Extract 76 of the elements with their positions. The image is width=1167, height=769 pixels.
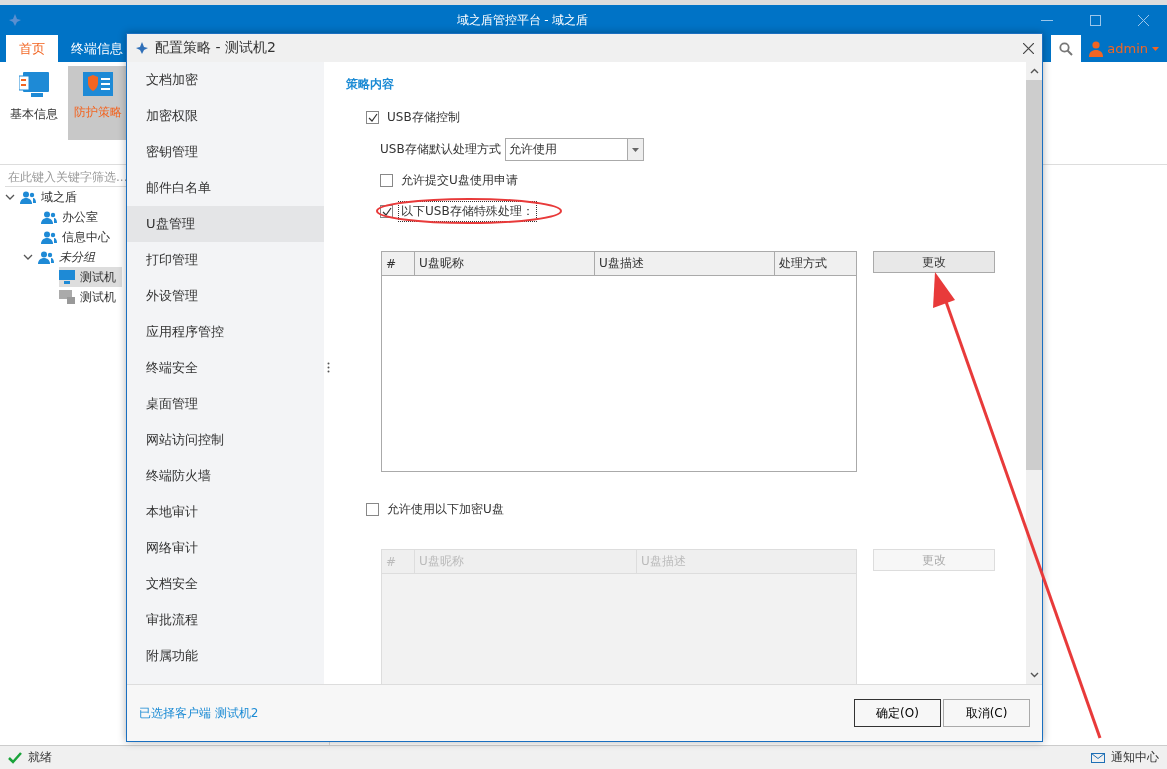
tree-item[interactable]: 信息中心 bbox=[41, 227, 116, 247]
nav-item[interactable]: 外设管理 bbox=[127, 278, 324, 314]
section-title: 策略内容 bbox=[346, 76, 395, 93]
monitor-icon bbox=[19, 72, 49, 98]
nav-item[interactable]: 网络审计 bbox=[127, 530, 324, 566]
column-header[interactable]: # bbox=[382, 252, 415, 275]
checkbox-label[interactable]: USB存储控制 bbox=[384, 106, 463, 128]
mail-icon[interactable] bbox=[1091, 752, 1105, 763]
scroll-up-icon[interactable] bbox=[1029, 68, 1039, 74]
column-header[interactable]: U盘昵称 bbox=[415, 252, 595, 275]
tree-item[interactable]: 未分组 bbox=[23, 247, 101, 267]
tree-item[interactable]: 办公室 bbox=[41, 207, 104, 227]
tree-item[interactable]: 测试机 bbox=[59, 287, 122, 307]
window-title: 域之盾管控平台 - 域之盾 bbox=[455, 11, 590, 29]
checkbox-row[interactable]: USB存储控制 bbox=[366, 107, 1026, 127]
change-button[interactable]: 更改 bbox=[873, 251, 995, 273]
chevron-icon[interactable] bbox=[23, 252, 33, 262]
user-group-icon bbox=[41, 230, 57, 244]
tree-item[interactable]: 域之盾 bbox=[5, 187, 83, 207]
nav-item[interactable]: 桌面管理 bbox=[127, 386, 324, 422]
monitor-icon bbox=[59, 270, 75, 284]
nav-item[interactable]: 文档加密 bbox=[127, 62, 324, 98]
app-logo-icon bbox=[135, 41, 149, 55]
nav-item[interactable]: 打印管理 bbox=[127, 242, 324, 278]
dropdown[interactable]: 允许使用 bbox=[504, 138, 644, 161]
dialog-title: 配置策略 - 测试机2 bbox=[155, 39, 277, 57]
status-text: 就绪 bbox=[28, 749, 52, 766]
scroll-down-icon[interactable] bbox=[1029, 672, 1039, 678]
caret-icon bbox=[1152, 46, 1159, 51]
selected-client-link[interactable]: 已选择客户端 测试机2 bbox=[139, 704, 852, 722]
user-group-icon bbox=[20, 190, 36, 204]
grip-icon[interactable] bbox=[327, 362, 330, 373]
column-header[interactable]: 处理方式 bbox=[775, 252, 856, 275]
nav-item[interactable]: 终端安全 bbox=[127, 350, 324, 386]
checkbox-label[interactable]: 允许使用以下加密U盘 bbox=[384, 498, 507, 520]
nav-item[interactable]: 网站访问控制 bbox=[127, 422, 324, 458]
nav-item[interactable]: 审批流程 bbox=[127, 602, 324, 638]
nav-item[interactable]: 本地审计 bbox=[127, 494, 324, 530]
locked-monitor-icon bbox=[59, 290, 75, 304]
nav-item[interactable]: 附属功能 bbox=[127, 638, 324, 674]
caret-icon bbox=[631, 147, 639, 152]
nav-item[interactable]: 应用程序管控 bbox=[127, 314, 324, 350]
shield-icon bbox=[83, 72, 113, 96]
ribbon-button[interactable]: 基本信息 bbox=[4, 66, 64, 140]
nav-item[interactable]: 文档安全 bbox=[127, 566, 324, 602]
nav-item[interactable]: 终端防火墙 bbox=[127, 458, 324, 494]
field-label: USB存储默认处理方式 bbox=[380, 141, 501, 158]
user-icon bbox=[1089, 40, 1104, 57]
tree-item[interactable]: 测试机 bbox=[59, 267, 122, 287]
checkbox-row[interactable]: 以下USB存储特殊处理： bbox=[380, 201, 1026, 221]
nav-item[interactable]: 密钥管理 bbox=[127, 134, 324, 170]
checkbox-row[interactable]: 允许提交U盘使用申请 bbox=[380, 170, 1026, 190]
maximize-icon[interactable] bbox=[1089, 14, 1101, 26]
check-icon bbox=[8, 751, 22, 764]
user-group-icon bbox=[41, 210, 57, 224]
app-logo-icon bbox=[8, 13, 22, 27]
search-icon[interactable] bbox=[1059, 41, 1074, 56]
notification-center-link[interactable]: 通知中心 bbox=[1111, 749, 1159, 766]
checkbox-row[interactable]: 允许使用以下加密U盘 bbox=[366, 499, 1026, 519]
nav-item[interactable]: 加密权限 bbox=[127, 98, 324, 134]
checkbox[interactable] bbox=[366, 502, 379, 516]
search-field[interactable] bbox=[1051, 35, 1082, 62]
nav-item[interactable]: U盘管理 bbox=[127, 206, 324, 242]
column-header[interactable]: U盘描述 bbox=[595, 252, 775, 275]
checkbox-label[interactable]: 以下USB存储特殊处理： bbox=[398, 200, 537, 222]
cancel-button[interactable]: 取消(C) bbox=[943, 699, 1030, 727]
checkbox[interactable] bbox=[380, 173, 393, 187]
user-group-icon bbox=[38, 250, 54, 264]
close-icon[interactable] bbox=[1023, 42, 1034, 54]
scrollbar[interactable] bbox=[1026, 62, 1042, 684]
checkbox-label[interactable]: 允许提交U盘使用申请 bbox=[398, 169, 521, 191]
checkbox[interactable] bbox=[366, 110, 379, 124]
nav-item[interactable]: 邮件白名单 bbox=[127, 170, 324, 206]
ok-button[interactable]: 确定(O) bbox=[854, 699, 941, 727]
chevron-icon[interactable] bbox=[5, 192, 15, 202]
minimize-icon[interactable] bbox=[1041, 19, 1053, 21]
